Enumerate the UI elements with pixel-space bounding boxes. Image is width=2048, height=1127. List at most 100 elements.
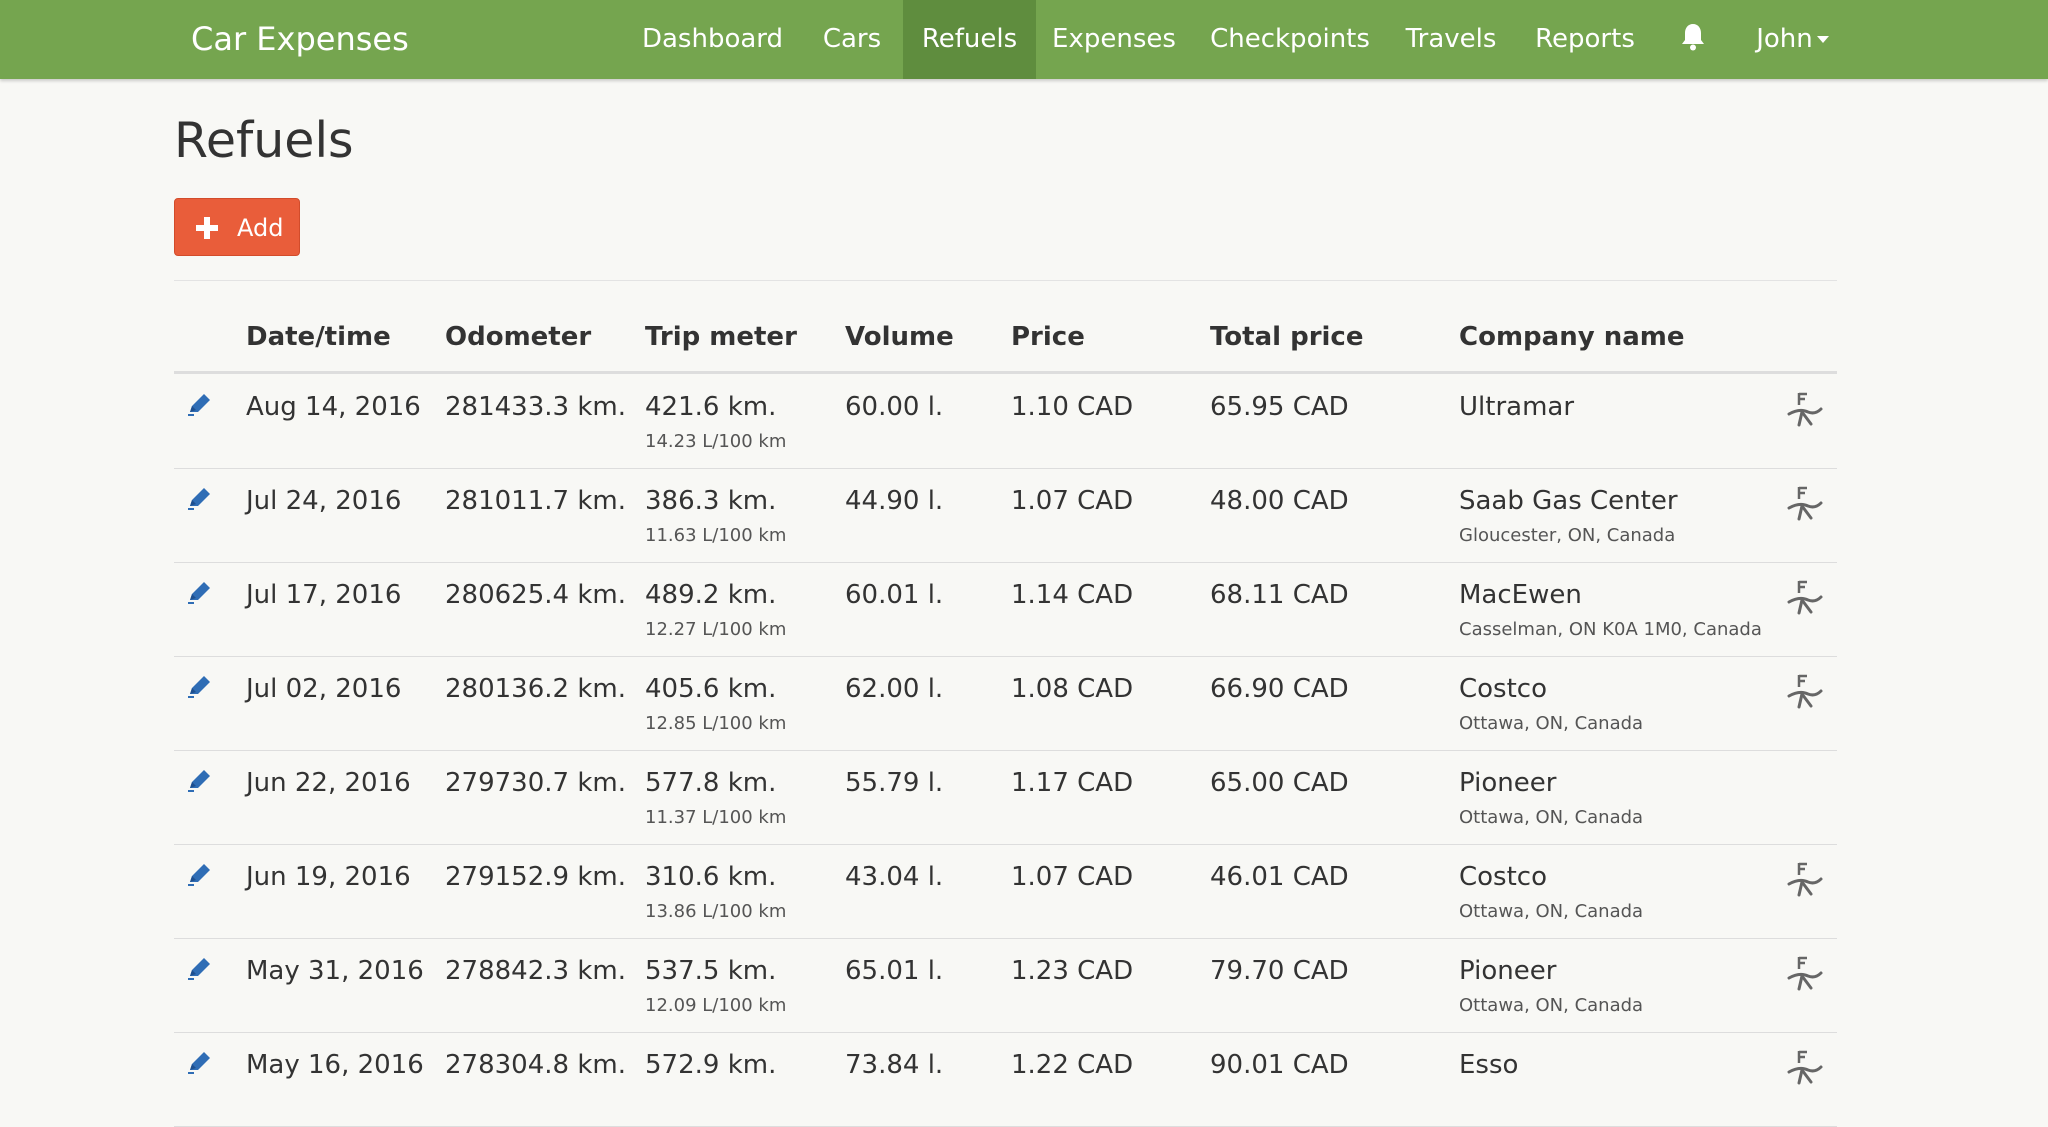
table-row: Aug 14, 2016 281433.3 km. 421.6 km. 60.00 l… bbox=[174, 374, 1837, 469]
pencil-icon[interactable] bbox=[186, 390, 214, 418]
company-location: Gloucester, ON, Canada bbox=[1459, 525, 1676, 546]
price-cell: 1.08 CAD bbox=[1011, 674, 1134, 704]
fuel-pump-icon bbox=[1786, 390, 1824, 428]
col-header-trip-meter: Trip meter bbox=[645, 322, 797, 352]
company-location: Ottawa, ON, Canada bbox=[1459, 807, 1644, 828]
company-name-cell: Esso bbox=[1459, 1050, 1519, 1080]
date-cell: May 16, 2016 bbox=[246, 1050, 424, 1080]
trip-meter-cell: 572.9 km. bbox=[645, 1050, 777, 1080]
volume-cell: 60.01 l. bbox=[845, 580, 944, 610]
odometer-cell: 281433.3 km. bbox=[445, 392, 626, 422]
price-cell: 1.23 CAD bbox=[1011, 956, 1134, 986]
trip-meter-cell: 537.5 km. bbox=[645, 956, 777, 986]
nav-travels[interactable]: Travels bbox=[1400, 0, 1502, 79]
consumption-text: 14.23 L/100 km bbox=[645, 431, 787, 452]
table-row: Jul 24, 2016 281011.7 km. 386.3 km. 44.90 l… bbox=[174, 468, 1837, 563]
table-row: Jun 19, 2016 279152.9 km. 310.6 km. 43.04 l… bbox=[174, 844, 1837, 939]
company-location: Ottawa, ON, Canada bbox=[1459, 713, 1644, 734]
total-price-cell: 90.01 CAD bbox=[1210, 1050, 1349, 1080]
odometer-cell: 278304.8 km. bbox=[445, 1050, 626, 1080]
trip-meter-cell: 405.6 km. bbox=[645, 674, 777, 704]
pencil-icon[interactable] bbox=[186, 766, 214, 794]
fuel-pump-icon bbox=[1786, 860, 1824, 898]
col-header-date: Date/time bbox=[246, 322, 391, 352]
add-refuel-button[interactable]: Add bbox=[174, 198, 300, 256]
fuel-pump-icon bbox=[1786, 484, 1824, 522]
fuel-pump-icon bbox=[1786, 1048, 1824, 1086]
trip-meter-cell: 577.8 km. bbox=[645, 768, 777, 798]
consumption-text: 11.63 L/100 km bbox=[645, 525, 787, 546]
fuel-pump-icon bbox=[1786, 672, 1824, 710]
trip-meter-cell: 386.3 km. bbox=[645, 486, 777, 516]
date-cell: Jul 24, 2016 bbox=[246, 486, 402, 516]
pencil-icon[interactable] bbox=[186, 954, 214, 982]
volume-cell: 65.01 l. bbox=[845, 956, 944, 986]
consumption-text: 12.27 L/100 km bbox=[645, 619, 787, 640]
odometer-cell: 281011.7 km. bbox=[445, 486, 626, 516]
divider bbox=[174, 280, 1837, 281]
company-name-cell: Costco bbox=[1459, 862, 1548, 892]
col-header-total-price: Total price bbox=[1210, 322, 1364, 352]
table-row: Jul 17, 2016 280625.4 km. 489.2 km. 60.01 l… bbox=[174, 562, 1837, 657]
pencil-icon[interactable] bbox=[186, 578, 214, 606]
company-location: Ottawa, ON, Canada bbox=[1459, 995, 1644, 1016]
volume-cell: 60.00 l. bbox=[845, 392, 944, 422]
nav-cars[interactable]: Cars bbox=[808, 0, 896, 79]
consumption-text: 13.86 L/100 km bbox=[645, 901, 787, 922]
company-location: Casselman, ON K0A 1M0, Canada bbox=[1459, 619, 1762, 640]
page-title: Refuels bbox=[174, 112, 354, 169]
trip-meter-cell: 310.6 km. bbox=[645, 862, 777, 892]
total-price-cell: 68.11 CAD bbox=[1210, 580, 1349, 610]
user-menu[interactable]: John bbox=[1745, 0, 1840, 79]
add-button-label: Add bbox=[237, 214, 284, 242]
nav-checkpoints[interactable]: Checkpoints bbox=[1204, 0, 1376, 79]
nav-dashboard[interactable]: Dashboard bbox=[630, 0, 795, 79]
chevron-down-icon bbox=[1816, 36, 1829, 43]
pencil-icon[interactable] bbox=[186, 484, 214, 512]
pencil-icon[interactable] bbox=[186, 672, 214, 700]
consumption-text: 12.85 L/100 km bbox=[645, 713, 787, 734]
date-cell: Jun 22, 2016 bbox=[246, 768, 411, 798]
col-header-odometer: Odometer bbox=[445, 322, 592, 352]
company-location: Ottawa, ON, Canada bbox=[1459, 901, 1644, 922]
nav-refuels[interactable]: Refuels bbox=[903, 0, 1036, 79]
pencil-icon[interactable] bbox=[186, 860, 214, 888]
odometer-cell: 279730.7 km. bbox=[445, 768, 626, 798]
date-cell: May 31, 2016 bbox=[246, 956, 424, 986]
price-cell: 1.14 CAD bbox=[1011, 580, 1134, 610]
total-price-cell: 65.95 CAD bbox=[1210, 392, 1349, 422]
nav-reports[interactable]: Reports bbox=[1526, 0, 1644, 79]
volume-cell: 73.84 l. bbox=[845, 1050, 944, 1080]
volume-cell: 44.90 l. bbox=[845, 486, 944, 516]
price-cell: 1.07 CAD bbox=[1011, 862, 1134, 892]
trip-meter-cell: 421.6 km. bbox=[645, 392, 777, 422]
company-name-cell: Pioneer bbox=[1459, 768, 1557, 798]
col-header-price: Price bbox=[1011, 322, 1085, 352]
user-name: John bbox=[1756, 24, 1813, 54]
odometer-cell: 278842.3 km. bbox=[445, 956, 626, 986]
company-name-cell: Ultramar bbox=[1459, 392, 1575, 422]
nav-expenses[interactable]: Expenses bbox=[1048, 0, 1180, 79]
odometer-cell: 280136.2 km. bbox=[445, 674, 626, 704]
price-cell: 1.10 CAD bbox=[1011, 392, 1134, 422]
volume-cell: 62.00 l. bbox=[845, 674, 944, 704]
consumption-text: 11.37 L/100 km bbox=[645, 807, 787, 828]
date-cell: Aug 14, 2016 bbox=[246, 392, 421, 422]
plus-icon bbox=[196, 217, 218, 239]
trip-meter-cell: 489.2 km. bbox=[645, 580, 777, 610]
bell-icon[interactable] bbox=[1680, 22, 1706, 52]
app-brand[interactable]: Car Expenses bbox=[191, 0, 409, 79]
fuel-pump-icon bbox=[1786, 954, 1824, 992]
col-header-volume: Volume bbox=[845, 322, 954, 352]
table-row: May 16, 2016 278304.8 km. 572.9 km. 73.84 l… bbox=[174, 1032, 1837, 1127]
total-price-cell: 46.01 CAD bbox=[1210, 862, 1349, 892]
total-price-cell: 48.00 CAD bbox=[1210, 486, 1349, 516]
date-cell: Jul 17, 2016 bbox=[246, 580, 402, 610]
date-cell: Jul 02, 2016 bbox=[246, 674, 402, 704]
table-row: May 31, 2016 278842.3 km. 537.5 km. 65.01 l… bbox=[174, 938, 1837, 1033]
total-price-cell: 66.90 CAD bbox=[1210, 674, 1349, 704]
total-price-cell: 79.70 CAD bbox=[1210, 956, 1349, 986]
company-name-cell: MacEwen bbox=[1459, 580, 1582, 610]
odometer-cell: 279152.9 km. bbox=[445, 862, 626, 892]
date-cell: Jun 19, 2016 bbox=[246, 862, 411, 892]
